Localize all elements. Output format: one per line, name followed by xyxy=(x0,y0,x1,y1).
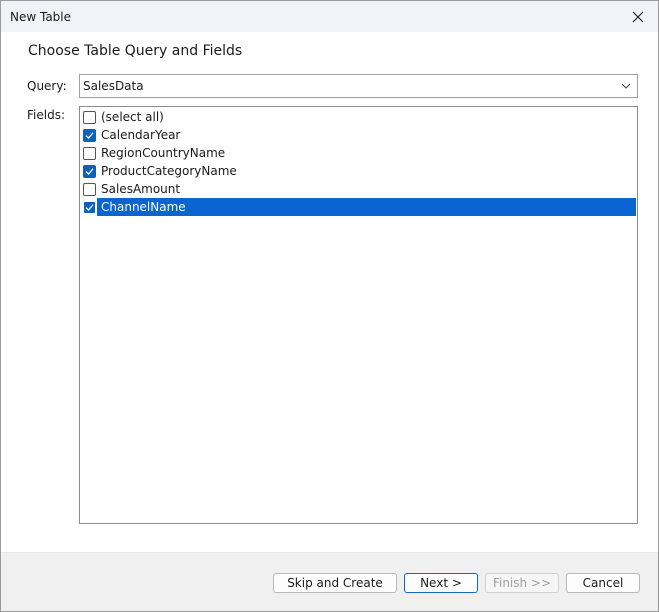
checkbox[interactable] xyxy=(83,201,96,214)
check-icon xyxy=(85,204,94,211)
list-item[interactable]: SalesAmount xyxy=(81,180,636,198)
close-icon xyxy=(632,11,644,22)
query-selected-value: SalesData xyxy=(83,79,144,93)
list-item-label: (select all) xyxy=(101,110,164,124)
list-item-label: SalesAmount xyxy=(101,182,181,196)
query-dropdown[interactable]: SalesData xyxy=(79,74,638,98)
close-button[interactable] xyxy=(618,1,658,32)
check-icon xyxy=(85,168,94,175)
list-item[interactable]: ChannelName xyxy=(81,198,636,216)
checkbox[interactable] xyxy=(83,183,96,196)
list-item-label: ChannelName xyxy=(97,198,636,216)
list-item[interactable]: (select all) xyxy=(81,108,636,126)
checkbox[interactable] xyxy=(83,165,96,178)
check-icon xyxy=(85,132,94,139)
dialog-footer: Skip and Create Next > Finish >> Cancel xyxy=(1,552,658,611)
list-item[interactable]: RegionCountryName xyxy=(81,144,636,162)
window-title: New Table xyxy=(10,10,72,24)
next-button[interactable]: Next > xyxy=(404,573,478,593)
finish-button[interactable]: Finish >> xyxy=(485,573,559,593)
chevron-down-icon xyxy=(621,83,631,89)
checkbox[interactable] xyxy=(83,147,96,160)
fields-checklist[interactable]: (select all) CalendarYear RegionCountryNam… xyxy=(79,106,638,524)
list-item-label: CalendarYear xyxy=(101,128,181,142)
page-heading: Choose Table Query and Fields xyxy=(28,43,243,59)
list-item-label: RegionCountryName xyxy=(101,146,226,160)
list-item[interactable]: CalendarYear xyxy=(81,126,636,144)
skip-and-create-button[interactable]: Skip and Create xyxy=(273,573,397,593)
title-bar: New Table xyxy=(1,1,658,32)
fields-label: Fields: xyxy=(27,108,65,122)
dialog-window: New Table Choose Table Query and Fields … xyxy=(0,0,659,612)
list-item-label: ProductCategoryName xyxy=(101,164,237,178)
checkbox[interactable] xyxy=(83,111,96,124)
cancel-button[interactable]: Cancel xyxy=(566,573,640,593)
query-label: Query: xyxy=(27,79,67,93)
checkbox[interactable] xyxy=(83,129,96,142)
list-item[interactable]: ProductCategoryName xyxy=(81,162,636,180)
